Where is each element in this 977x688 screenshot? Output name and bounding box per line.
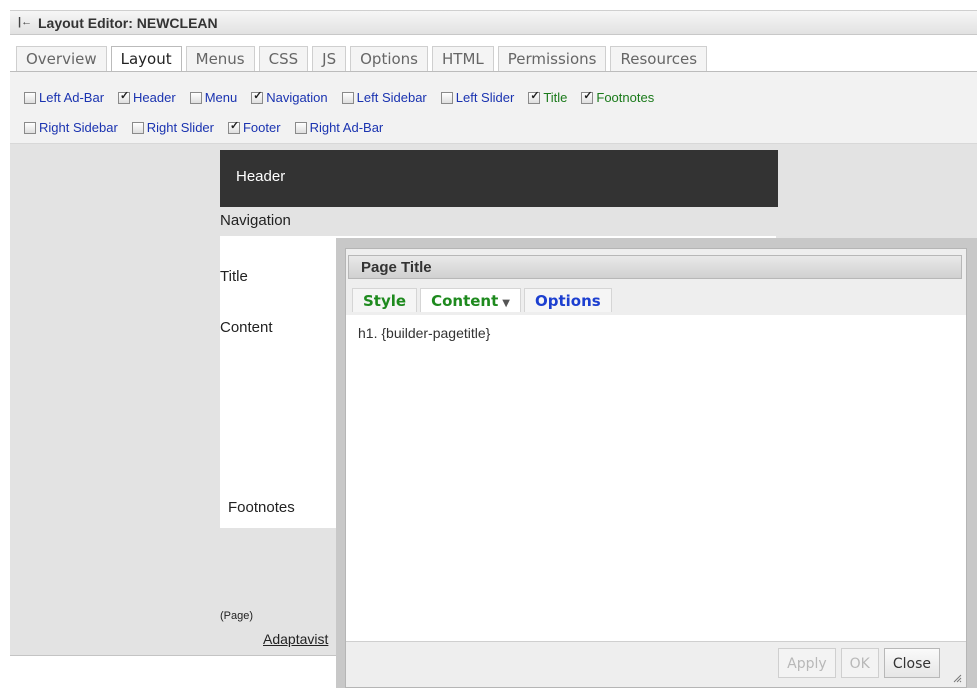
dialog-content-text: h1. {builder-pagetitle} [358,325,491,341]
panel-toggle-left-slider[interactable]: Left Slider [440,90,515,105]
tab-overview[interactable]: Overview [16,46,107,71]
dialog-tab-content[interactable]: Content ▼ [420,288,521,312]
checkbox-label: Menu [204,90,238,105]
checkbox-label: Left Sidebar [356,90,427,105]
tab-layout[interactable]: Layout [110,46,182,73]
checkbox[interactable] [24,91,36,104]
dialog-content-editor[interactable]: h1. {builder-pagetitle} [346,315,966,642]
editor-title-bar: |← Layout Editor: NEWCLEAN [10,10,977,35]
dialog-title: Page Title [361,259,432,276]
editor-title: Layout Editor: NEWCLEAN [38,15,218,31]
panel-toggle-title[interactable]: Title [528,89,568,105]
checkbox-label: Footer [242,120,281,135]
checkbox-label: Navigation [266,90,328,105]
collapse-left-icon[interactable]: |← [18,16,32,28]
panel-toggle-footer[interactable]: Footer [227,119,281,135]
checkbox-label: Right Slider [146,120,214,135]
checkbox[interactable] [341,91,354,104]
checkbox-label: Footnotes [596,90,655,105]
panel-toggle-right-ad-bar[interactable]: Right Ad-Bar [294,120,384,135]
editor-tabs: Overview Layout Menus CSS JS Options HTM… [16,46,711,73]
panel-toggle-left-sidebar[interactable]: Left Sidebar [341,90,427,105]
tab-html[interactable]: HTML [432,46,494,71]
dialog-tab-content-label: Content [431,292,499,310]
preview-content-label[interactable]: Content [220,319,273,336]
dialog-footer: Apply OK Close [773,648,940,678]
apply-button[interactable]: Apply [778,648,836,678]
checkbox[interactable] [251,89,264,104]
checkbox-label: Header [133,90,176,105]
checkbox-label: Right Ad-Bar [309,120,384,135]
preview-footnotes-label[interactable]: Footnotes [228,499,295,516]
checkbox[interactable] [131,121,144,134]
panel-toggle-header[interactable]: Header [118,89,176,105]
checkbox[interactable] [227,119,240,134]
dialog-title-bar[interactable]: Page Title [348,255,962,279]
panel-toggle-row-1: Left Ad-Bar Header Menu Navigation Left Side… [24,89,668,105]
preview-header-label: Header [236,168,286,185]
dialog-tab-style-label: Style [363,292,407,310]
footer-link-adaptavist[interactable]: Adaptavist [263,631,328,647]
panel-toggle-right-sidebar[interactable]: Right Sidebar [24,120,118,135]
dialog-tab-style[interactable]: Style [352,288,418,312]
preview-title-label[interactable]: Title [220,268,248,285]
preview-navigation-label[interactable]: Navigation [220,212,291,229]
dialog-tab-options[interactable]: Options [523,288,612,312]
panel-toggle-left-ad-bar[interactable]: Left Ad-Bar [24,90,104,105]
panel-toggle-navigation[interactable]: Navigation [251,89,328,105]
dialog-tabs: Style Content ▼ Options [352,288,615,312]
resize-grip-icon[interactable] [952,673,962,683]
checkbox[interactable] [118,89,131,104]
preview-header-region[interactable]: Header [220,150,778,207]
panel-toggle-toolbar: Left Ad-Bar Header Menu Navigation Left Side… [10,72,977,144]
tab-permissions[interactable]: Permissions [497,46,607,71]
checkbox-label: Left Ad-Bar [39,90,105,105]
checkbox[interactable] [294,121,307,134]
panel-toggle-menu[interactable]: Menu [189,90,238,105]
tab-resources[interactable]: Resources [610,46,708,71]
tab-js[interactable]: JS [312,46,347,71]
checkbox[interactable] [440,91,453,104]
tab-options[interactable]: Options [350,46,428,71]
close-button[interactable]: Close [883,648,940,678]
checkbox-label: Title [543,90,568,105]
checkbox[interactable] [24,121,36,134]
page-title-dialog: Page Title Style Content ▼ Options h1. {b… [345,248,967,688]
dialog-tab-options-label: Options [534,292,601,310]
preview-page-label: (Page) [220,610,254,622]
checkbox-label: Right Sidebar [39,120,118,135]
checkbox[interactable] [189,91,202,104]
tab-css[interactable]: CSS [258,46,309,71]
panel-toggle-row-2: Right Sidebar Right Slider Footer Right Ad-… [24,119,397,135]
ok-button[interactable]: OK [840,648,879,678]
tab-menus[interactable]: Menus [185,46,255,71]
checkbox-label: Left Slider [455,90,515,105]
checkbox[interactable] [528,89,541,104]
checkbox[interactable] [581,89,594,104]
panel-toggle-right-slider[interactable]: Right Slider [131,120,214,135]
panel-toggle-footnotes[interactable]: Footnotes [581,89,655,105]
chevron-down-icon[interactable]: ▼ [502,298,510,309]
